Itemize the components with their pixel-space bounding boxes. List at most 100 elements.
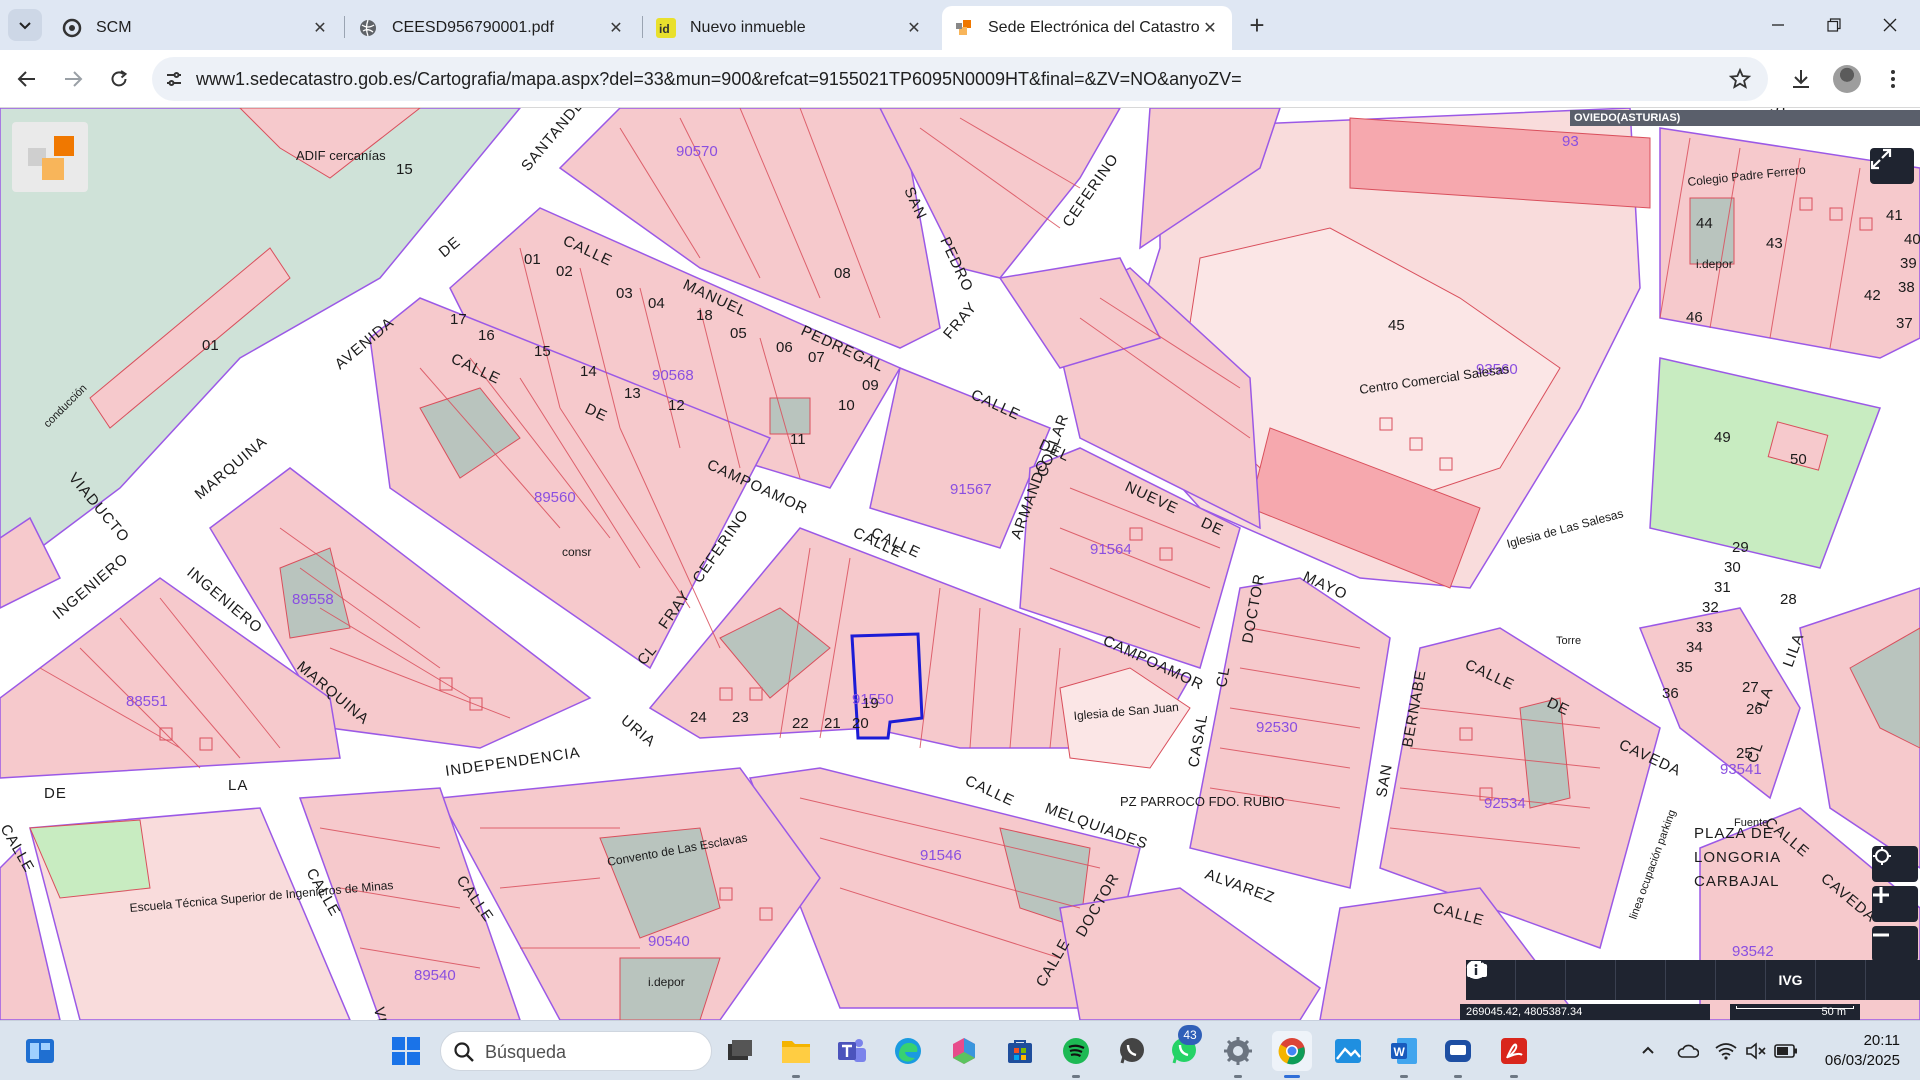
tab-scm[interactable]: SCM ✕ — [50, 6, 342, 50]
minus-icon — [1873, 933, 1889, 937]
parking-button[interactable] — [1470, 960, 1766, 1000]
layers-button[interactable] — [1467, 960, 1616, 1000]
close-tab-icon[interactable]: ✕ — [1200, 18, 1220, 38]
ivg-button[interactable]: IVG — [1766, 960, 1816, 1000]
running-indicator — [1454, 1075, 1462, 1078]
tab-catastro[interactable]: Sede Electrónica del Catastro - I ✕ — [942, 6, 1232, 50]
svg-text:id: id — [659, 22, 670, 36]
taskbar-search[interactable]: Búsqueda — [440, 1031, 712, 1071]
restore-icon — [1827, 18, 1841, 32]
battery-icon — [1774, 1044, 1797, 1058]
close-tab-icon[interactable]: ✕ — [904, 18, 924, 38]
restore-button[interactable] — [1812, 8, 1856, 42]
parcel-label: 24 — [690, 709, 707, 726]
info-button[interactable] — [1467, 960, 1916, 1000]
task-view-button[interactable] — [720, 1031, 760, 1071]
forward-button[interactable] — [56, 62, 90, 96]
teams-button[interactable] — [832, 1031, 872, 1071]
minimize-button[interactable] — [1756, 8, 1800, 42]
close-tab-icon[interactable]: ✕ — [310, 18, 330, 38]
spotify-icon — [1063, 1038, 1089, 1064]
parcel-label: 18 — [696, 307, 713, 324]
reload-button[interactable] — [102, 62, 136, 96]
close-window-button[interactable] — [1868, 8, 1912, 42]
bookmark-star-icon[interactable] — [1728, 67, 1752, 91]
widgets-button[interactable] — [20, 1031, 60, 1071]
coordinates-readout: 269045.42, 4805387.34 — [1460, 1004, 1710, 1020]
m365-button[interactable] — [944, 1031, 984, 1071]
cadastral-map[interactable]: 90570 90568 93560 91567 89560 91564 8955… — [0, 108, 1920, 1020]
parcel-label: 44 — [1696, 215, 1713, 232]
wifi-button[interactable] — [1714, 1039, 1738, 1063]
chrome-icon — [1278, 1038, 1305, 1065]
fullscreen-button[interactable] — [1870, 148, 1914, 184]
photos-icon — [1335, 1039, 1361, 1063]
spotify-button[interactable] — [1056, 1031, 1096, 1071]
tab-nuevo-inmueble[interactable]: id Nuevo inmueble ✕ — [644, 6, 936, 50]
acrobat-button[interactable] — [1494, 1031, 1534, 1071]
running-indicator — [1510, 1075, 1518, 1078]
close-tab-icon[interactable]: ✕ — [606, 18, 626, 38]
tab-search-button[interactable] — [8, 9, 42, 41]
start-button[interactable] — [386, 1031, 426, 1071]
volume-button[interactable] — [1744, 1039, 1768, 1063]
tab-pdf[interactable]: CEESD956790001.pdf ✕ — [346, 6, 638, 50]
parcel-label: 09 — [862, 377, 879, 394]
block-label: 91567 — [950, 481, 992, 498]
street-label: CARBAJAL — [1694, 873, 1780, 890]
parcel-label: 06 — [776, 339, 793, 356]
menu-button[interactable] — [1876, 62, 1910, 96]
edge-icon — [895, 1038, 921, 1064]
new-tab-button[interactable]: + — [1240, 10, 1274, 40]
parcel-label: 07 — [808, 349, 825, 366]
wifi-icon — [1715, 1043, 1737, 1060]
cloud-icon — [1677, 1044, 1699, 1058]
print-button[interactable] — [1467, 960, 1716, 1000]
teams-icon — [838, 1039, 866, 1062]
onedrive-button[interactable] — [1676, 1039, 1700, 1063]
word-button[interactable]: W — [1384, 1031, 1424, 1071]
profile-button[interactable] — [1830, 62, 1864, 96]
chevron-up-icon — [1642, 1046, 1654, 1054]
back-button[interactable] — [10, 62, 44, 96]
parcel-label: 20 — [852, 715, 869, 732]
widgets-icon — [26, 1039, 54, 1063]
remote-desktop-button[interactable] — [1438, 1031, 1478, 1071]
windows-taskbar: Búsqueda 43 W 20:11 06/03/2025 — [0, 1020, 1920, 1080]
store-button[interactable] — [1000, 1031, 1040, 1071]
downloads-button[interactable] — [1784, 62, 1818, 96]
url-text[interactable]: www1.sedecatastro.gob.es/Cartografia/map… — [196, 69, 1242, 90]
edge-button[interactable] — [888, 1031, 928, 1071]
show-hidden-icons-button[interactable] — [1636, 1039, 1660, 1063]
map-canvas[interactable]: 90570 90568 93560 91567 89560 91564 8955… — [0, 108, 1920, 1020]
photo-button[interactable] — [1467, 960, 1866, 1000]
parcel-label: 35 — [1676, 659, 1693, 676]
whatsapp-button[interactable] — [1112, 1031, 1152, 1071]
chrome-button[interactable] — [1272, 1031, 1312, 1071]
locate-button[interactable] — [1872, 846, 1918, 882]
parcel-label: 45 — [1388, 317, 1405, 334]
settings-button[interactable] — [1218, 1031, 1258, 1071]
place-label: ADIF cercanías — [296, 148, 386, 163]
zoom-in-button[interactable] — [1872, 886, 1918, 922]
windows-logo-icon — [392, 1037, 420, 1065]
site-info-icon[interactable] — [162, 67, 186, 91]
file-explorer-button[interactable] — [776, 1031, 816, 1071]
info-icon — [1467, 961, 1485, 979]
photos-button[interactable] — [1328, 1031, 1368, 1071]
folder-icon — [782, 1041, 810, 1063]
clock[interactable]: 20:11 06/03/2025 — [1800, 1031, 1900, 1071]
parcel-label: 25 — [1736, 745, 1753, 762]
parcel-label: 12 — [668, 397, 685, 414]
parcel-label: 17 — [450, 311, 467, 328]
block-label: 90568 — [652, 367, 694, 384]
block-label: 92530 — [1256, 719, 1298, 736]
zoom-out-button[interactable] — [1872, 926, 1918, 962]
tab-separator — [642, 16, 643, 38]
parcel-label: 22 — [792, 715, 809, 732]
map-search-button[interactable] — [1466, 960, 1566, 1000]
address-bar[interactable]: www1.sedecatastro.gob.es/Cartografia/map… — [152, 57, 1768, 101]
measure-button[interactable] — [1466, 960, 1666, 1000]
block-label: 89540 — [414, 967, 456, 984]
battery-button[interactable] — [1774, 1039, 1798, 1063]
